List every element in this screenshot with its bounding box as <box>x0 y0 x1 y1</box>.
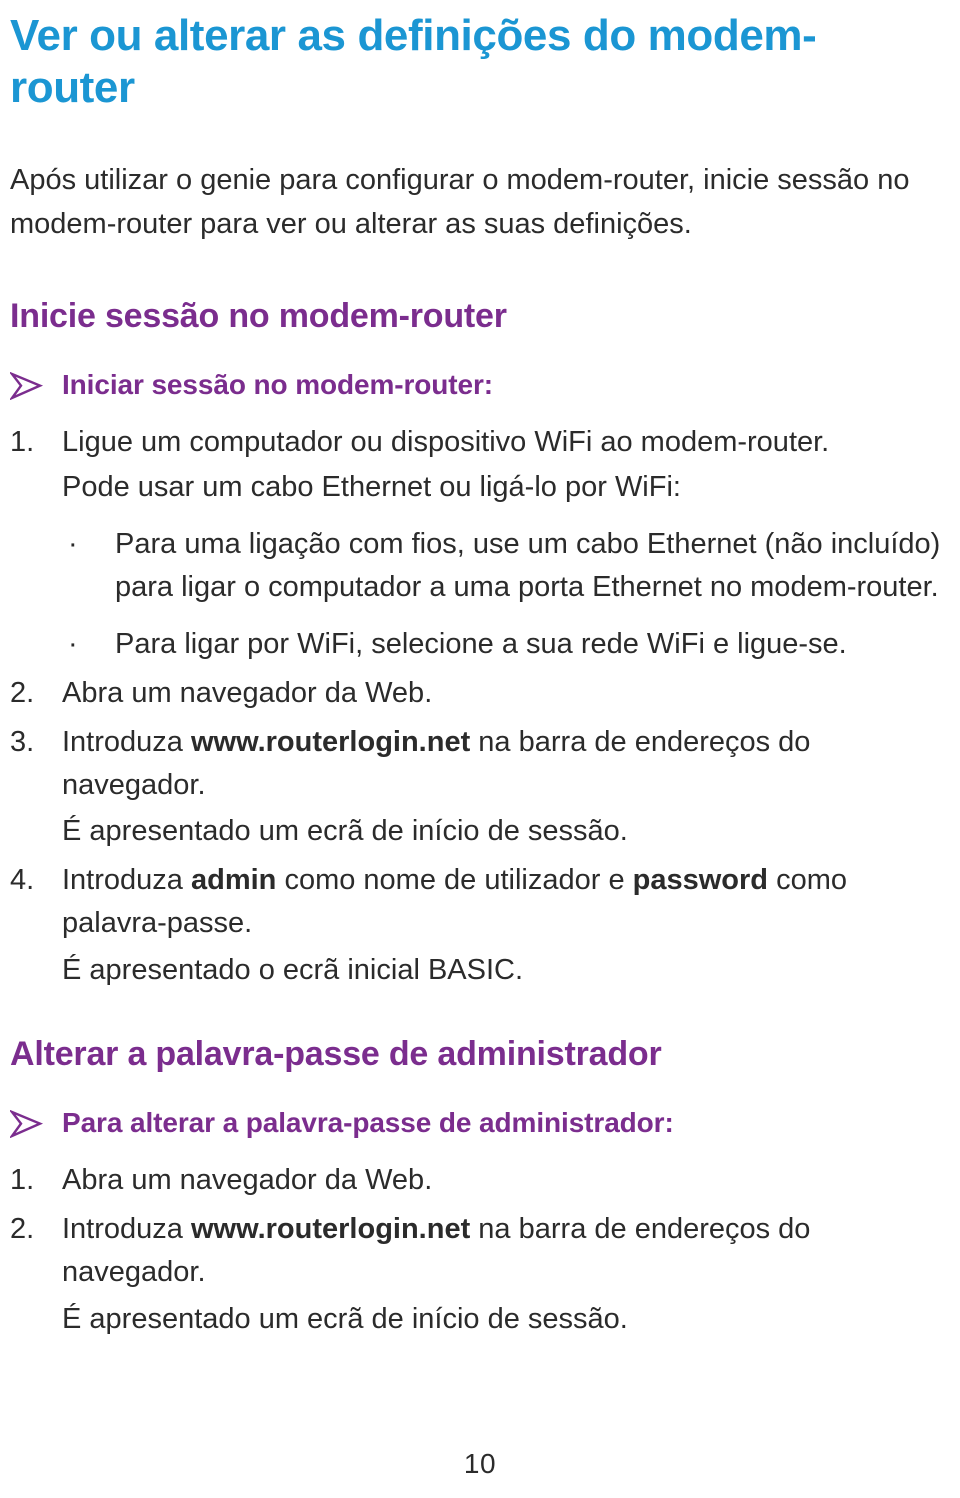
steps-list-login: 1. Ligue um computador ou dispositivo Wi… <box>10 421 946 992</box>
step-body: Introduza www.routerlogin.net na barra d… <box>62 721 946 854</box>
sub-bullet-list: · Para uma ligação com fios, use um cabo… <box>62 523 946 666</box>
list-item: 2. Abra um navegador da Web. <box>10 672 946 715</box>
section-heading-change-password: Alterar a palavra-passe de administrador <box>10 1035 662 1074</box>
list-item: 2. Introduza www.routerlogin.net na barr… <box>10 1208 946 1341</box>
step-text: Ligue um computador ou dispositivo WiFi … <box>62 426 830 459</box>
sub-bullet-text: Para uma ligação com fios, use um cabo E… <box>115 527 941 603</box>
step-body: Ligue um computador ou dispositivo WiFi … <box>62 421 946 666</box>
sub-bullet-text: Para ligar por WiFi, selecione a sua red… <box>115 627 847 660</box>
list-item: 1. Abra um navegador da Web. <box>10 1159 946 1202</box>
step-result-text: É apresentado um ecrã de início de sessã… <box>62 815 628 848</box>
list-item: 3. Introduza www.routerlogin.net na barr… <box>10 721 946 854</box>
step-text-bold-2: password <box>632 864 769 897</box>
procedure-title-row-login: Iniciar sessão no modem-router: <box>10 367 946 403</box>
list-item: · Para uma ligação com fios, use um cabo… <box>62 523 946 609</box>
step-text: Introduza www.routerlogin.net na barra d… <box>62 1208 946 1294</box>
list-item: 1. Ligue um computador ou dispositivo Wi… <box>10 421 946 666</box>
step-number: 2. <box>10 676 35 709</box>
document-page: Ver ou alterar as definições do modem-ro… <box>0 10 960 1498</box>
step-number: 2. <box>10 1213 35 1246</box>
list-item: 4. Introduza admin como nome de utilizad… <box>10 859 946 992</box>
step-body: Abra um navegador da Web. <box>62 1159 946 1202</box>
step-text-pre: Introduza <box>62 864 191 897</box>
bullet-dot-icon: · <box>68 527 78 560</box>
step-text-bold: www.routerlogin.net <box>190 725 471 758</box>
step-number: 4. <box>10 864 35 897</box>
step-text-pre: Introduza <box>62 1213 191 1246</box>
list-item: · Para ligar por WiFi, selecione a sua r… <box>62 623 946 666</box>
step-text: Introduza www.routerlogin.net na barra d… <box>62 721 946 807</box>
step-subtext: Pode usar um cabo Ethernet ou ligá-lo po… <box>62 471 681 504</box>
procedure-title-login: Iniciar sessão no modem-router: <box>62 368 494 400</box>
arrow-bullet-icon <box>10 1105 62 1138</box>
procedure-title-change-password: Para alterar a palavra-passe de administ… <box>62 1106 674 1138</box>
section-heading-login: Inicie sessão no modem-router <box>10 296 507 335</box>
step-number: 1. <box>10 426 35 459</box>
procedure-title-row-change-password: Para alterar a palavra-passe de administ… <box>10 1105 946 1141</box>
step-text-bold: admin <box>190 864 277 897</box>
step-body: Introduza www.routerlogin.net na barra d… <box>62 1208 946 1341</box>
page-title: Ver ou alterar as definições do modem-ro… <box>10 11 817 112</box>
steps-list-change-password: 1. Abra um navegador da Web. 2. Introduz… <box>10 1159 946 1341</box>
step-result-text: É apresentado o ecrã inicial BASIC. <box>62 954 524 987</box>
intro-paragraph: Após utilizar o genie para configurar o … <box>10 163 910 240</box>
step-text: Introduza admin como nome de utilizador … <box>62 859 946 945</box>
step-number: 3. <box>10 725 35 758</box>
step-text: Abra um navegador da Web. <box>62 676 433 709</box>
step-text-bold: www.routerlogin.net <box>190 1213 471 1246</box>
step-result-text: É apresentado um ecrã de início de sessã… <box>62 1302 628 1335</box>
step-text: Abra um navegador da Web. <box>62 1164 433 1197</box>
arrow-bullet-icon <box>10 367 62 400</box>
bullet-dot-icon: · <box>68 627 78 660</box>
step-number: 1. <box>10 1164 35 1197</box>
step-text-mid: como nome de utilizador e <box>276 864 633 897</box>
step-body: Introduza admin como nome de utilizador … <box>62 859 946 992</box>
step-text-pre: Introduza <box>62 725 191 758</box>
step-body: Abra um navegador da Web. <box>62 672 946 715</box>
page-number: 10 <box>463 1448 497 1479</box>
